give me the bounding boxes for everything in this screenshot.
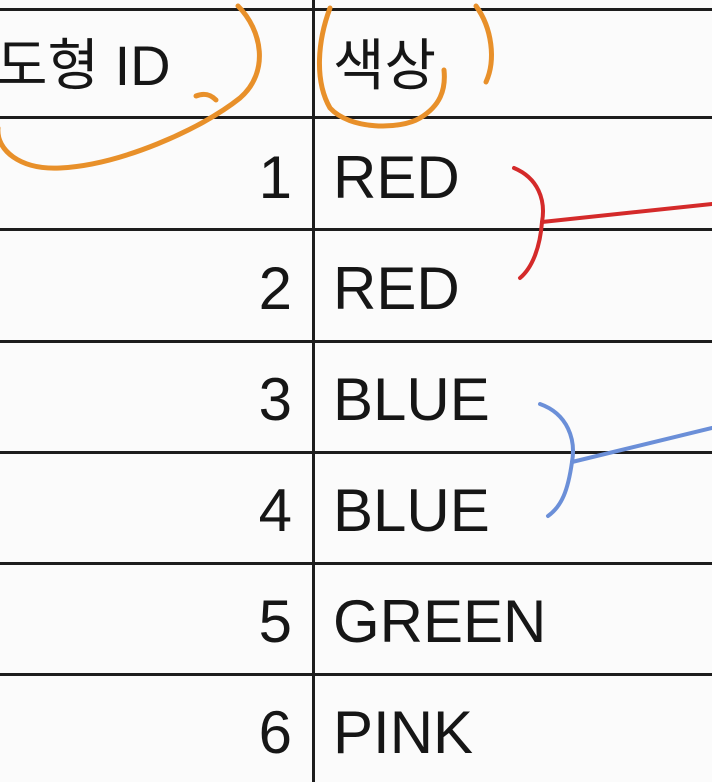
table-row-color: BLUE	[333, 477, 490, 544]
red-bracket	[512, 166, 545, 280]
row-divider	[0, 228, 712, 231]
table-row-color: RED	[333, 144, 460, 211]
row-divider	[0, 451, 712, 454]
table-row-color: PINK	[333, 699, 474, 766]
annotated-table-view: 도형 ID 색상 1 RED 2 RED 3 BLUE 4 BLUE 5 GRE…	[0, 0, 712, 782]
header-color: 색상	[333, 34, 437, 97]
blue-bracket	[538, 402, 575, 518]
table-row-color: BLUE	[333, 366, 490, 433]
row-divider	[0, 562, 712, 565]
header-divider	[0, 116, 712, 119]
row-divider	[0, 673, 712, 676]
table-border-top	[0, 8, 712, 11]
table-row-id: 4	[258, 477, 292, 544]
table-row-color: RED	[333, 255, 460, 322]
header-shape-id: 도형 ID	[0, 34, 171, 97]
table-row-color: GREEN	[333, 588, 547, 655]
table-row-id: 6	[258, 699, 292, 766]
table-row-id: 1	[258, 144, 292, 211]
table-row-id: 5	[258, 588, 292, 655]
row-divider	[0, 340, 712, 343]
table-row-id: 3	[258, 366, 292, 433]
column-divider	[312, 0, 315, 782]
red-connector-line	[540, 202, 712, 224]
table-row-id: 2	[258, 255, 292, 322]
blue-connector-line	[570, 426, 712, 464]
orange-tick-header-id	[193, 91, 219, 103]
orange-stroke-header-color-right	[473, 3, 494, 85]
